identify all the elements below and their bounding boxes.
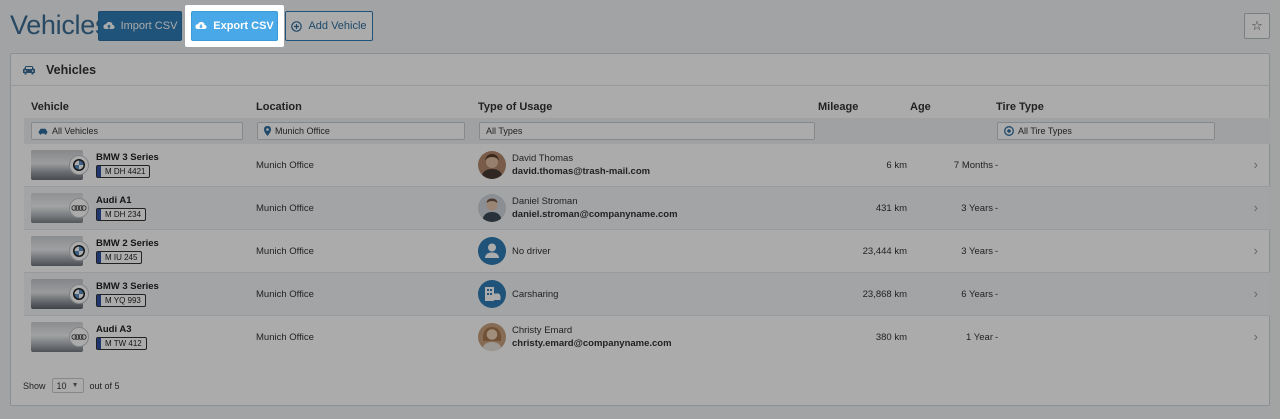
vehicle-age: 3 Years	[961, 246, 993, 257]
export-csv-label: Export CSV	[213, 20, 274, 32]
driver-name: No driver	[512, 246, 551, 257]
export-csv-button[interactable]: Export CSV	[191, 11, 278, 41]
location-filter-value: Munich Office	[275, 126, 330, 136]
vehicle-tire-type: -	[995, 160, 999, 171]
driver-avatar	[478, 323, 506, 351]
page-title: Vehicles	[10, 10, 109, 40]
license-plate: M DH 234	[96, 208, 147, 221]
driver-email[interactable]: daniel.stroman@companyname.com	[512, 209, 678, 220]
vehicle-location: Munich Office	[256, 246, 314, 257]
vehicle-age: 3 Years	[961, 203, 993, 214]
license-plate: M DH 4421	[96, 165, 151, 178]
driver-email[interactable]: david.thomas@trash-mail.com	[512, 166, 650, 177]
tire-filter-value: All Tire Types	[1018, 126, 1072, 136]
bmw-logo-icon	[69, 155, 89, 175]
star-icon: ☆	[1251, 18, 1263, 33]
vehicles-page: Vehicles Import CSV Add Vehicle ☆ Vehicl…	[0, 0, 1280, 419]
table-row[interactable]: Audi A3 M TW 412 Munich Office Christy E…	[24, 316, 1270, 359]
caret-down-icon: ▼	[71, 382, 79, 389]
driver-email[interactable]: christy.emard@companyname.com	[512, 338, 672, 349]
show-label: Show	[23, 380, 46, 391]
add-vehicle-button[interactable]: Add Vehicle	[285, 11, 373, 41]
vehicle-mileage: 6 km	[886, 160, 907, 171]
column-tire-type[interactable]: Tire Type	[996, 101, 1044, 113]
driver-avatar	[478, 194, 506, 222]
vehicle-mileage: 23,444 km	[862, 246, 907, 257]
vehicle-age: 1 Year	[966, 332, 993, 343]
vehicle-tire-type: -	[995, 289, 999, 300]
vehicle-tire-type: -	[995, 332, 999, 343]
panel-header: Vehicles	[11, 54, 1269, 86]
column-vehicle[interactable]: Vehicle	[31, 101, 69, 113]
pagination-footer: Show 10 ▼ out of 5	[23, 378, 120, 393]
license-plate: M TW 412	[96, 337, 147, 350]
table-row[interactable]: BMW 3 Series M YQ 993 Munich Office Cars…	[24, 273, 1270, 316]
driver-name: David Thomas	[512, 153, 574, 164]
column-mileage[interactable]: Mileage	[818, 101, 858, 113]
no-driver-icon	[478, 237, 506, 265]
vehicle-location: Munich Office	[256, 203, 314, 214]
cloud-upload-icon	[102, 21, 115, 29]
add-vehicle-label: Add Vehicle	[308, 20, 367, 32]
bmw-logo-icon	[69, 284, 89, 304]
vehicle-tire-type: -	[995, 203, 999, 214]
usage-filter[interactable]: All Types	[479, 122, 815, 140]
license-plate: M YQ 993	[96, 294, 146, 307]
vehicle-name: BMW 3 Series	[96, 152, 159, 163]
cloud-download-icon	[195, 21, 207, 29]
usage-filter-value: All Types	[486, 126, 523, 136]
vehicle-age: 6 Years	[961, 289, 993, 300]
chevron-right-icon[interactable]: ›	[1254, 157, 1258, 172]
chevron-right-icon[interactable]: ›	[1254, 329, 1258, 344]
vehicle-mileage: 431 km	[875, 203, 907, 214]
vehicle-mileage: 380 km	[875, 332, 907, 343]
chevron-right-icon[interactable]: ›	[1254, 286, 1258, 301]
bmw-logo-icon	[69, 241, 89, 261]
vehicle-location: Munich Office	[256, 289, 314, 300]
plus-circle-icon	[291, 20, 303, 32]
vehicle-name: Audi A1	[96, 195, 132, 206]
chevron-right-icon[interactable]: ›	[1254, 200, 1258, 215]
vehicle-mileage: 23,868 km	[862, 289, 907, 300]
audi-logo-icon	[69, 198, 89, 218]
column-location[interactable]: Location	[256, 101, 302, 113]
driver-name: Carsharing	[512, 289, 559, 300]
vehicle-filter-value: All Vehicles	[52, 126, 99, 136]
car-icon	[23, 65, 35, 74]
tire-icon	[1004, 126, 1014, 136]
driver-name: Christy Emard	[512, 325, 573, 336]
vehicles-panel: Vehicles Vehicle Location Type of Usage …	[10, 53, 1270, 406]
audi-logo-icon	[69, 327, 89, 347]
car-icon	[38, 128, 48, 135]
panel-title: Vehicles	[46, 62, 97, 77]
import-csv-button[interactable]: Import CSV	[98, 11, 182, 41]
filter-row: All Vehicles Munich Office All Types All…	[24, 118, 1270, 144]
vehicle-location: Munich Office	[256, 160, 314, 171]
vehicle-name: Audi A3	[96, 324, 132, 335]
license-plate: M IU 245	[96, 251, 143, 264]
vehicle-age: 7 Months	[953, 160, 993, 171]
driver-name: Daniel Stroman	[512, 196, 578, 207]
driver-avatar	[478, 151, 506, 179]
table-row[interactable]: Audi A1 M DH 234 Munich Office Daniel St…	[24, 187, 1270, 230]
column-type-of-usage[interactable]: Type of Usage	[478, 101, 552, 113]
import-csv-label: Import CSV	[120, 20, 178, 32]
vehicle-name: BMW 2 Series	[96, 238, 159, 249]
vehicle-tire-type: -	[995, 246, 999, 257]
table-row[interactable]: BMW 2 Series M IU 245 Munich Office No d…	[24, 230, 1270, 273]
chevron-right-icon[interactable]: ›	[1254, 243, 1258, 258]
vehicle-filter[interactable]: All Vehicles	[31, 122, 243, 140]
carsharing-icon	[478, 280, 506, 308]
page-size-select[interactable]: 10 ▼	[51, 378, 84, 393]
map-pin-icon	[264, 126, 271, 136]
column-age[interactable]: Age	[910, 101, 931, 113]
out-of-label: out of 5	[89, 380, 120, 391]
favorite-star-button[interactable]: ☆	[1244, 13, 1270, 39]
vehicle-location: Munich Office	[256, 332, 314, 343]
page-size-value: 10	[56, 380, 67, 391]
table-row[interactable]: BMW 3 Series M DH 4421 Munich Office Dav…	[24, 144, 1270, 187]
location-filter[interactable]: Munich Office	[257, 122, 465, 140]
vehicle-name: BMW 3 Series	[96, 281, 159, 292]
tire-filter[interactable]: All Tire Types	[997, 122, 1215, 140]
